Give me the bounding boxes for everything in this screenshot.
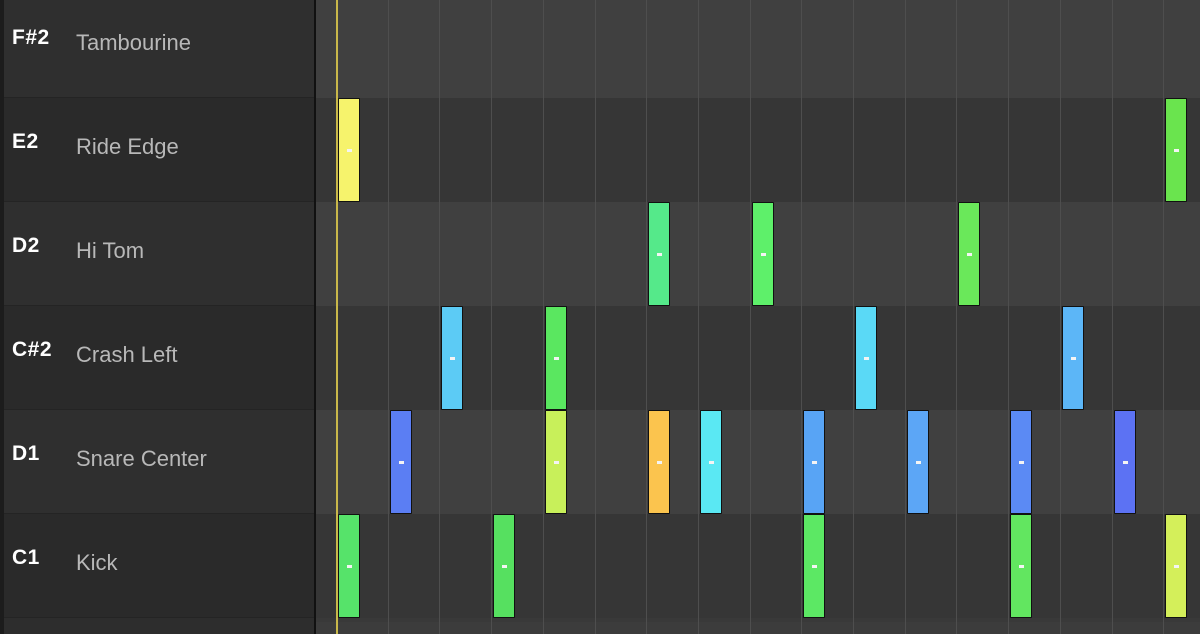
velocity-marker: [1018, 564, 1024, 568]
midi-note[interactable]: [545, 306, 567, 410]
velocity-marker: [449, 356, 455, 360]
drum-row-tambourine[interactable]: F#2 Tambourine: [4, 0, 314, 98]
velocity-marker: [346, 564, 352, 568]
note-name-label: D2: [12, 234, 40, 257]
midi-note[interactable]: [700, 410, 722, 514]
midi-note[interactable]: [1062, 306, 1084, 410]
note-name-label: C1: [12, 546, 40, 569]
velocity-marker: [346, 148, 352, 152]
drum-row-crash-left[interactable]: C#2 Crash Left: [4, 306, 314, 410]
velocity-marker: [656, 252, 662, 256]
grid-line: [750, 0, 751, 634]
grid-bottom-lane: [316, 622, 1200, 634]
drum-row-hi-tom[interactable]: D2 Hi Tom: [4, 202, 314, 306]
grid-line: [801, 0, 802, 634]
grid-line: [853, 0, 854, 634]
grid-line: [1163, 0, 1164, 634]
midi-note[interactable]: [390, 410, 412, 514]
velocity-marker: [1173, 564, 1179, 568]
grid-line: [646, 0, 647, 634]
midi-note[interactable]: [1010, 410, 1032, 514]
velocity-marker: [863, 356, 869, 360]
drum-key-list: F#2 Tambourine E2 Ride Edge D2 Hi Tom C#2 Crash…: [0, 0, 314, 634]
lane-ride-edge[interactable]: [316, 98, 1200, 202]
grid-line: [388, 0, 389, 634]
velocity-marker: [966, 252, 972, 256]
piano-roll-grid[interactable]: [316, 0, 1200, 634]
midi-note[interactable]: [1114, 410, 1136, 514]
lane-tambourine[interactable]: [316, 0, 1200, 98]
drum-row-ride-edge[interactable]: E2 Ride Edge: [4, 98, 314, 202]
velocity-marker: [656, 460, 662, 464]
grid-line: [1112, 0, 1113, 634]
midi-note[interactable]: [803, 514, 825, 618]
grid-line: [543, 0, 544, 634]
velocity-marker: [760, 252, 766, 256]
midi-note[interactable]: [1165, 514, 1187, 618]
note-name-label: F#2: [12, 26, 50, 49]
midi-note[interactable]: [803, 410, 825, 514]
midi-note[interactable]: [338, 514, 360, 618]
velocity-marker: [915, 460, 921, 464]
midi-note[interactable]: [648, 410, 670, 514]
grid-line: [956, 0, 957, 634]
midi-note[interactable]: [1010, 514, 1032, 618]
midi-note[interactable]: [907, 410, 929, 514]
midi-note[interactable]: [338, 98, 360, 202]
velocity-marker: [553, 460, 559, 464]
grid-line: [491, 0, 492, 634]
note-name-label: C#2: [12, 338, 53, 361]
velocity-marker: [811, 564, 817, 568]
drum-name-label: Ride Edge: [76, 134, 179, 159]
midi-note[interactable]: [1165, 98, 1187, 202]
grid-line: [439, 0, 440, 634]
velocity-marker: [1070, 356, 1076, 360]
grid-line: [1060, 0, 1061, 634]
velocity-marker: [501, 564, 507, 568]
velocity-marker: [1122, 460, 1128, 464]
velocity-marker: [398, 460, 404, 464]
grid-line: [698, 0, 699, 634]
midi-note[interactable]: [441, 306, 463, 410]
drum-row-kick[interactable]: C1 Kick: [4, 514, 314, 618]
midi-note[interactable]: [648, 202, 670, 306]
midi-note[interactable]: [752, 202, 774, 306]
midi-note[interactable]: [493, 514, 515, 618]
velocity-marker: [1018, 460, 1024, 464]
velocity-marker: [708, 460, 714, 464]
drum-name-label: Snare Center: [76, 446, 207, 471]
velocity-marker: [553, 356, 559, 360]
grid-line: [905, 0, 906, 634]
drum-name-label: Crash Left: [76, 342, 178, 367]
grid-line: [595, 0, 596, 634]
drum-name-label: Hi Tom: [76, 238, 145, 263]
note-name-label: E2: [12, 130, 39, 153]
lane-kick[interactable]: [316, 514, 1200, 618]
drum-row-snare-center[interactable]: D1 Snare Center: [4, 410, 314, 514]
grid-line: [1008, 0, 1009, 634]
velocity-marker: [1173, 148, 1179, 152]
drum-name-label: Kick: [76, 550, 118, 575]
midi-note[interactable]: [958, 202, 980, 306]
drum-name-label: Tambourine: [76, 30, 191, 55]
midi-note[interactable]: [545, 410, 567, 514]
lane-snare-center[interactable]: [316, 410, 1200, 514]
velocity-marker: [811, 460, 817, 464]
midi-note[interactable]: [855, 306, 877, 410]
note-name-label: D1: [12, 442, 40, 465]
